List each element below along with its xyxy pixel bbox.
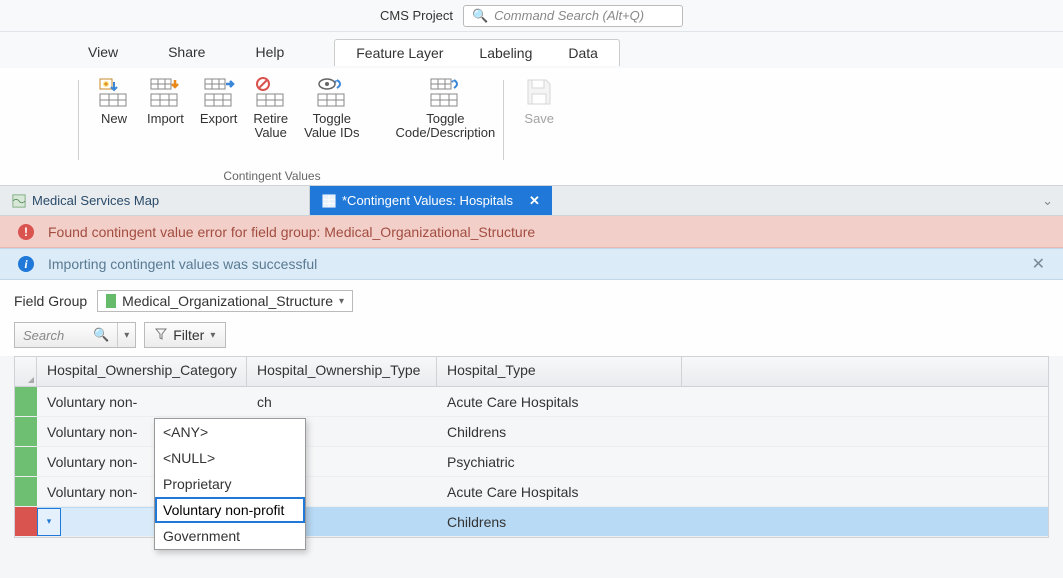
dropdown-option[interactable]: <NULL> xyxy=(155,445,305,471)
dropdown-option[interactable]: Government xyxy=(155,523,305,549)
tab-contingent-values[interactable]: *Contingent Values: Hospitals ✕ xyxy=(310,186,552,215)
cell-dropdown-trigger[interactable]: ▾ xyxy=(37,508,61,536)
new-label: New xyxy=(101,112,127,126)
cell-hospital-type[interactable]: Acute Care Hospitals xyxy=(437,394,682,410)
tab-medical-services-map[interactable]: Medical Services Map xyxy=(0,186,310,215)
filter-icon xyxy=(155,327,167,343)
row-status-indicator xyxy=(15,387,37,416)
field-group-dropdown[interactable]: Medical_Organizational_Structure ▾ xyxy=(97,290,353,312)
save-label: Save xyxy=(524,112,554,126)
col-hospital-type[interactable]: Hospital_Type xyxy=(437,357,682,386)
search-icon: 🔍 xyxy=(85,327,117,343)
menu-view[interactable]: View xyxy=(78,40,128,64)
error-message-text: Found contingent value error for field g… xyxy=(48,224,535,240)
command-search-input[interactable]: 🔍 Command Search (Alt+Q) xyxy=(463,5,683,27)
app-title: CMS Project xyxy=(380,8,453,23)
import-label: Import xyxy=(147,112,184,126)
cell-ownership-type[interactable]: ch xyxy=(247,394,437,410)
field-group-swatch xyxy=(106,294,116,308)
toggle-value-ids-button[interactable]: Toggle Value IDs xyxy=(296,76,367,141)
grid-search-input[interactable]: Search 🔍 ▾ xyxy=(14,322,136,348)
table-icon xyxy=(322,194,336,208)
toggle-code-label: Toggle Code/Description xyxy=(396,112,496,141)
toggle-code-desc-button[interactable]: Toggle Code/Description xyxy=(388,76,504,141)
cell-hospital-type[interactable]: Acute Care Hospitals xyxy=(437,484,682,500)
filter-label: Filter xyxy=(173,327,204,343)
export-icon xyxy=(202,76,236,110)
close-tab-button[interactable]: ✕ xyxy=(529,193,540,209)
filter-button[interactable]: Filter ▾ xyxy=(144,322,226,348)
retire-value-button[interactable]: Retire Value xyxy=(245,76,296,141)
error-icon: ! xyxy=(18,224,34,240)
chevron-down-icon: ▾ xyxy=(339,296,344,307)
col-ownership-category[interactable]: Hospital_Ownership_Category xyxy=(37,357,247,386)
row-status-indicator xyxy=(15,477,37,506)
cell-hospital-type[interactable]: Childrens xyxy=(437,424,682,440)
tab-cv-label: *Contingent Values: Hospitals xyxy=(342,193,513,208)
dropdown-option[interactable]: <ANY> xyxy=(155,419,305,445)
select-all-header[interactable] xyxy=(15,357,37,386)
search-options-dropdown[interactable]: ▾ xyxy=(117,323,135,347)
field-group-label: Field Group xyxy=(14,293,87,309)
table-row[interactable]: Voluntary non-chAcute Care Hospitals xyxy=(15,387,1048,417)
col-extra xyxy=(682,357,1048,386)
info-message-bar: i Importing contingent values was succes… xyxy=(0,248,1063,280)
cell-ownership-category[interactable]: Voluntary non- xyxy=(37,394,247,410)
toggle-ids-label: Toggle Value IDs xyxy=(304,112,359,141)
ownership-category-dropdown[interactable]: <ANY><NULL>ProprietaryVoluntary non-prof… xyxy=(154,418,306,550)
info-message-text: Importing contingent values was successf… xyxy=(48,256,317,272)
new-button[interactable]: New xyxy=(89,76,139,126)
search-icon: 🔍 xyxy=(472,8,488,24)
menu-help[interactable]: Help xyxy=(245,40,294,64)
map-icon xyxy=(12,194,26,208)
import-icon xyxy=(148,76,182,110)
retire-label: Retire Value xyxy=(253,112,288,141)
import-button[interactable]: Import xyxy=(139,76,192,126)
toggle-code-icon xyxy=(428,76,462,110)
info-icon: i xyxy=(18,256,34,272)
menu-share[interactable]: Share xyxy=(158,40,215,64)
command-search-placeholder: Command Search (Alt+Q) xyxy=(494,8,644,23)
collapse-ribbon-button[interactable]: ⌄ xyxy=(1032,193,1063,209)
retire-icon xyxy=(254,76,288,110)
dismiss-info-button[interactable]: ✕ xyxy=(1032,254,1045,274)
row-status-indicator xyxy=(15,447,37,476)
chevron-down-icon: ▾ xyxy=(210,330,215,341)
tab-data[interactable]: Data xyxy=(551,40,615,66)
export-button[interactable]: Export xyxy=(192,76,246,126)
save-icon xyxy=(522,76,556,110)
save-button: Save xyxy=(514,76,564,126)
dropdown-option[interactable]: Voluntary non-profit xyxy=(155,497,305,523)
error-message-bar: ! Found contingent value error for field… xyxy=(0,216,1063,248)
new-icon xyxy=(97,76,131,110)
tab-feature-layer[interactable]: Feature Layer xyxy=(339,40,460,66)
row-status-indicator xyxy=(15,507,37,536)
search-placeholder: Search xyxy=(15,328,85,343)
tab-map-label: Medical Services Map xyxy=(32,193,159,208)
export-label: Export xyxy=(200,112,238,126)
tab-labeling[interactable]: Labeling xyxy=(462,40,549,66)
toggle-ids-icon xyxy=(315,76,349,110)
cell-hospital-type[interactable]: Psychiatric xyxy=(437,454,682,470)
cell-hospital-type[interactable]: Childrens xyxy=(437,514,682,530)
field-group-value: Medical_Organizational_Structure xyxy=(122,293,333,309)
dropdown-option[interactable]: Proprietary xyxy=(155,471,305,497)
row-status-indicator xyxy=(15,417,37,446)
ribbon-group-label: Contingent Values xyxy=(82,169,462,183)
col-ownership-type[interactable]: Hospital_Ownership_Type xyxy=(247,357,437,386)
